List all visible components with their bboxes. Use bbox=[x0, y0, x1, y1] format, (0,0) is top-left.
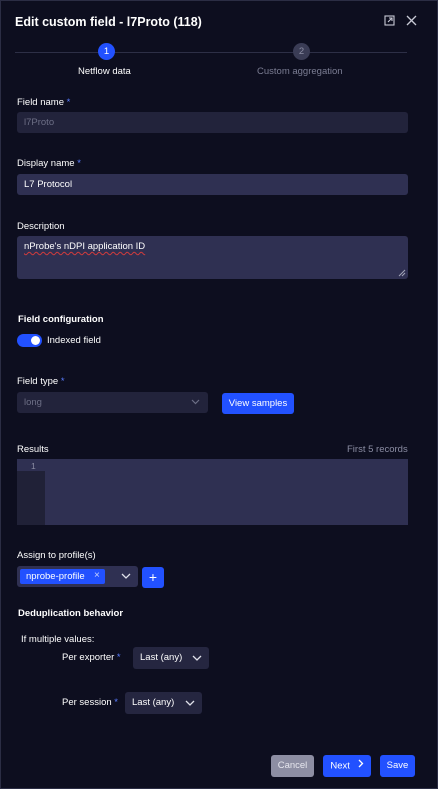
save-button[interactable]: Save bbox=[380, 755, 415, 777]
chevron-down-icon bbox=[191, 392, 200, 413]
display-name-input[interactable]: L7 Protocol bbox=[17, 174, 408, 195]
step-2-label[interactable]: Custom aggregation bbox=[257, 66, 343, 77]
step-2-indicator[interactable]: 2 bbox=[293, 43, 310, 60]
toggle-knob bbox=[31, 336, 40, 345]
chevron-down-icon bbox=[192, 654, 202, 665]
field-name-label: Field name * bbox=[17, 97, 71, 108]
per-exporter-value: Last (any) bbox=[140, 652, 183, 663]
display-name-label: Display name * bbox=[17, 158, 81, 169]
add-profile-button[interactable]: + bbox=[142, 567, 164, 588]
close-icon[interactable] bbox=[406, 14, 417, 29]
view-samples-button[interactable]: View samples bbox=[222, 393, 294, 414]
description-label: Description bbox=[17, 221, 65, 232]
step-1-indicator[interactable]: 1 bbox=[98, 43, 115, 60]
chevron-right-icon bbox=[358, 755, 364, 777]
deduplication-heading: Deduplication behavior bbox=[18, 608, 124, 619]
per-session-label: Per session * bbox=[62, 697, 118, 708]
field-type-select: long bbox=[17, 392, 208, 413]
cancel-button[interactable]: Cancel bbox=[271, 755, 314, 777]
line-number: 1 bbox=[31, 461, 36, 471]
indexed-field-label: Indexed field bbox=[47, 335, 101, 346]
stepper-track bbox=[15, 52, 407, 53]
expand-icon[interactable] bbox=[384, 14, 395, 29]
profile-chip-label: nprobe-profile bbox=[26, 571, 85, 582]
chevron-down-icon bbox=[121, 572, 131, 583]
description-textarea[interactable]: nProbe's nDPI application ID bbox=[17, 236, 408, 279]
chevron-down-icon bbox=[185, 699, 195, 710]
results-hint: First 5 records bbox=[347, 444, 408, 455]
description-text: nProbe's nDPI application ID bbox=[24, 241, 146, 252]
field-configuration-heading: Field configuration bbox=[18, 314, 104, 325]
results-label: Results bbox=[17, 444, 49, 455]
field-name-input: l7Proto bbox=[17, 112, 408, 133]
field-type-label: Field type * bbox=[17, 376, 65, 387]
deduplication-subheading: If multiple values: bbox=[21, 634, 95, 645]
profile-chip: nprobe-profile × bbox=[20, 569, 105, 584]
per-session-value: Last (any) bbox=[132, 697, 175, 708]
next-button[interactable]: Next bbox=[323, 755, 371, 777]
profiles-label: Assign to profile(s) bbox=[17, 550, 96, 561]
indexed-field-toggle[interactable] bbox=[17, 334, 42, 347]
per-session-select[interactable]: Last (any) bbox=[125, 692, 202, 714]
step-1-label[interactable]: Netflow data bbox=[78, 66, 131, 77]
per-exporter-label: Per exporter * bbox=[62, 652, 121, 663]
field-type-value: long bbox=[24, 397, 42, 408]
profiles-select[interactable]: nprobe-profile × bbox=[17, 566, 138, 587]
results-editor[interactable]: 1 bbox=[17, 459, 408, 525]
per-exporter-select[interactable]: Last (any) bbox=[133, 647, 209, 669]
resize-handle-icon[interactable] bbox=[398, 269, 406, 280]
modal-title: Edit custom field - l7Proto (118) bbox=[15, 15, 202, 29]
next-button-label: Next bbox=[330, 760, 350, 772]
chip-remove-icon[interactable]: × bbox=[94, 570, 100, 581]
